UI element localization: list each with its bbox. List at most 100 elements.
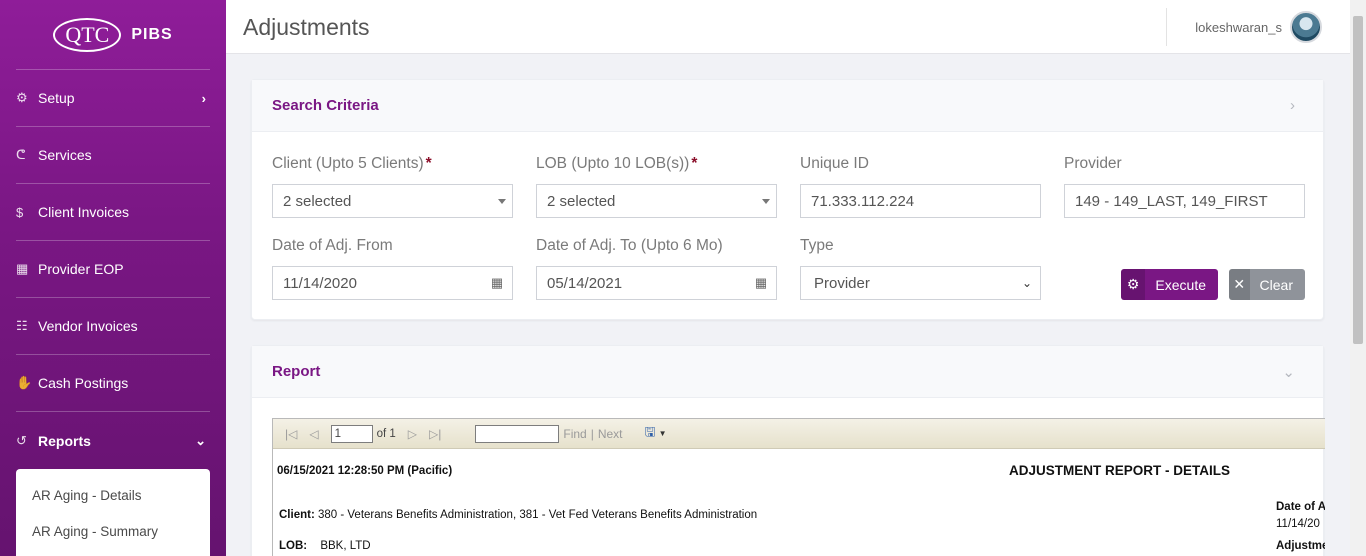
stethoscope-icon: ᕦ (16, 147, 26, 162)
unique-id-label: Unique ID (800, 155, 869, 172)
page-number-input[interactable]: 1 (330, 424, 373, 443)
calendar-icon: ▦ (754, 275, 768, 290)
report-client-line: Client: 380 - Veterans Benefits Administ… (279, 509, 757, 521)
table-icon: ☷ (16, 318, 28, 333)
date-from-calendar-button[interactable]: ▦ (482, 266, 513, 300)
report-viewer: |◁ ◁ 1 of 1 ▷ ▷| Find | Next 🖫 ▼ 06/15/2… (272, 418, 1325, 556)
dollar-icon: $ (16, 204, 24, 220)
report-timestamp: 06/15/2021 12:28:50 PM (Pacific) (277, 465, 453, 477)
required-mark: * (425, 155, 432, 172)
lob-field-label: LOB: (279, 540, 308, 552)
client-field-value: 380 - Veterans Benefits Administration, … (317, 509, 758, 521)
gear-icon: ⚙ (1121, 269, 1146, 300)
chevron-down-icon[interactable]: ⌄ (1282, 363, 1295, 381)
client-label-text: Client (Upto 5 Clients) (272, 155, 424, 172)
report-heading: ADJUSTMENT REPORT - DETAILS (1009, 463, 1231, 478)
close-icon: ✕ (1229, 269, 1250, 300)
reports-submenu: AR Aging - Details AR Aging - Summary (16, 469, 210, 556)
sidebar-item-label: Provider EOP (38, 261, 124, 277)
unique-id-input[interactable]: 71.333.112.224 (800, 184, 1041, 218)
type-select[interactable]: Provider ⌄ (800, 266, 1041, 300)
sidebar-item-label: Vendor Invoices (38, 318, 138, 334)
report-lob-line: LOB: BBK, LTD (279, 540, 371, 552)
export-icon[interactable]: 🖫 (645, 423, 656, 445)
lob-field-value: BBK, LTD (320, 540, 371, 552)
caret-down-icon (762, 199, 770, 204)
sidebar-item-vendor-invoices[interactable]: ☷ Vendor Invoices (16, 298, 210, 355)
sidebar-item-reports[interactable]: ↺ Reports ⌄ (16, 412, 210, 469)
page-title: Adjustments (243, 14, 370, 40)
report-title: Report (272, 363, 321, 380)
date-from-label: Date of Adj. From (272, 237, 393, 254)
provider-input[interactable]: 149 - 149_LAST, 149_FIRST (1064, 184, 1305, 218)
chevron-down-icon: ⌄ (1021, 276, 1032, 290)
client-field-label: Client: (279, 509, 315, 521)
report-header[interactable]: Report ⌄ (252, 346, 1323, 398)
caret-down-icon (498, 199, 506, 204)
first-page-icon[interactable]: |◁ (285, 427, 297, 441)
provider-label: Provider (1064, 155, 1122, 172)
lob-multiselect[interactable]: 2 selected (536, 184, 777, 218)
calendar-icon: ▦ (16, 261, 29, 276)
clear-label: Clear (1259, 276, 1293, 293)
report-toolbar: |◁ ◁ 1 of 1 ▷ ▷| Find | Next 🖫 ▼ (273, 419, 1325, 449)
user-menu[interactable]: lokeshwaran_s (1166, 8, 1350, 46)
history-icon: ↺ (16, 432, 27, 448)
type-selected-value: Provider (814, 274, 870, 292)
submenu-item-ar-aging-summary[interactable]: AR Aging - Summary (16, 513, 210, 549)
sidebar-item-setup[interactable]: ⚙ Setup › (16, 70, 210, 127)
adjustment-column-header: Adjustme (1276, 540, 1325, 552)
clear-button[interactable]: ✕ Clear (1229, 269, 1305, 300)
toolbar-separator: | (590, 426, 594, 441)
find-input[interactable] (475, 424, 560, 443)
date-column-header: Date of A (1276, 501, 1325, 513)
calendar-icon: ▦ (490, 275, 504, 290)
sidebar-item-provider-eop[interactable]: ▦ Provider EOP (16, 241, 210, 298)
date-to-input[interactable]: 05/14/2021 (536, 266, 747, 300)
page-count: of 1 (376, 427, 396, 440)
sidebar-item-label: Services (38, 147, 92, 163)
required-mark: * (691, 155, 698, 172)
top-header: Adjustments lokeshwaran_s (226, 0, 1350, 54)
next-page-icon[interactable]: ▷ (408, 427, 417, 441)
export-dropdown-icon[interactable]: ▼ (659, 429, 667, 438)
next-link[interactable]: Next (598, 427, 623, 441)
type-label: Type (800, 237, 834, 254)
sidebar-item-label: Setup (38, 90, 75, 106)
report-card: Report ⌄ |◁ ◁ 1 of 1 ▷ ▷| Find | Next 🖫 … (251, 345, 1325, 556)
app-logo[interactable]: QTC PIBS (16, 0, 210, 70)
sidebar-item-label: Client Invoices (38, 204, 130, 220)
lob-label: LOB (Upto 10 LOB(s)) * (536, 155, 697, 173)
page-scrollbar[interactable] (1350, 0, 1366, 556)
avatar[interactable] (1290, 11, 1322, 43)
hand-money-icon: ✋ (16, 375, 33, 390)
chevron-down-icon: ⌄ (195, 432, 206, 448)
chevron-right-icon: › (201, 90, 206, 106)
lob-selected-value: 2 selected (547, 192, 616, 210)
chevron-right-icon[interactable]: › (1290, 97, 1295, 114)
last-page-icon[interactable]: ▷| (429, 427, 441, 441)
prev-page-icon[interactable]: ◁ (309, 427, 318, 441)
find-link[interactable]: Find (563, 427, 586, 441)
submenu-item-ar-aging-details[interactable]: AR Aging - Details (16, 477, 210, 513)
date-to-calendar-button[interactable]: ▦ (746, 266, 777, 300)
sidebar: QTC PIBS ⚙ Setup › ᕦ Services $ Client I… (0, 0, 226, 556)
client-selected-value: 2 selected (283, 192, 352, 210)
execute-button[interactable]: ⚙ Execute (1121, 269, 1218, 300)
lob-label-text: LOB (Upto 10 LOB(s)) (536, 155, 690, 172)
execute-label: Execute (1155, 276, 1206, 293)
date-to-label: Date of Adj. To (Upto 6 Mo) (536, 237, 723, 254)
date-from-input[interactable]: 11/14/2020 (272, 266, 483, 300)
sidebar-item-client-invoices[interactable]: $ Client Invoices (16, 184, 210, 241)
username: lokeshwaran_s (1195, 19, 1282, 35)
sidebar-item-label: Cash Postings (38, 375, 129, 391)
search-criteria-header[interactable]: Search Criteria › (252, 80, 1323, 132)
scrollbar-thumb[interactable] (1353, 16, 1363, 344)
sidebar-item-cash-postings[interactable]: ✋ Cash Postings (16, 355, 210, 412)
gear-icon: ⚙ (16, 90, 28, 105)
app-name: PIBS (131, 25, 173, 43)
sidebar-item-services[interactable]: ᕦ Services (16, 127, 210, 184)
search-criteria-card: Search Criteria › Client (Upto 5 Clients… (251, 79, 1324, 320)
client-label: Client (Upto 5 Clients) * (272, 155, 432, 173)
client-multiselect[interactable]: 2 selected (272, 184, 513, 218)
